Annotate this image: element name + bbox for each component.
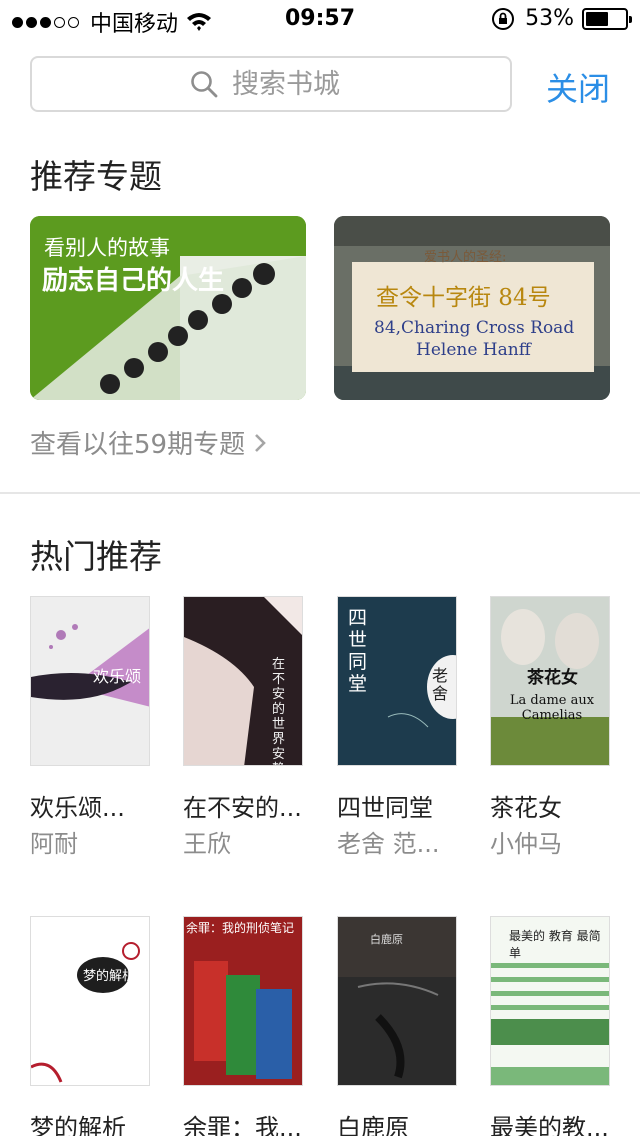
book-cover: 茶花女 La dame aux Camelias (490, 596, 610, 766)
topic-card-line1: 看别人的故事 (44, 236, 170, 260)
search-row: 关闭 (30, 56, 610, 112)
section-divider (0, 492, 640, 494)
book-item[interactable]: 欢乐颂 欢乐颂... 阿耐 (30, 596, 150, 858)
topic-card-line2: 励志自己的人生 (42, 266, 225, 296)
book-cover: 四世同堂 老舍 (337, 596, 457, 766)
book-title: 欢乐颂... (30, 794, 125, 822)
topic-card-charing-cross[interactable]: 爱书人的圣经: 查令十字街 84号 84,Charing Cross Road … (334, 216, 610, 400)
search-icon (191, 71, 218, 98)
book-author: 小仲马 (490, 830, 562, 858)
book-title: 最美的教... (490, 1114, 609, 1136)
history-topics-label: 查看以往59期专题 (30, 430, 246, 460)
book-title: 梦的解析 (30, 1114, 126, 1136)
book-item[interactable]: 余罪：我的刑侦笔记 余罪：我... (183, 916, 303, 1136)
chevron-right-icon (255, 433, 266, 452)
book-cover: 梦的解析 (30, 916, 150, 1086)
book-title: 四世同堂 (337, 794, 433, 822)
book-author: 老舍 范... (337, 830, 440, 858)
section-title-hot: 热门推荐 (30, 537, 162, 576)
battery-percent: 53% (525, 6, 574, 31)
topic-card-en-title: 84,Charing Cross Road (374, 318, 575, 338)
section-title-topics: 推荐专题 (30, 157, 162, 196)
topic-card-inspiration[interactable]: 看别人的故事 励志自己的人生 (30, 216, 306, 400)
rotation-lock-icon (492, 7, 515, 30)
book-title: 白鹿原 (337, 1114, 409, 1136)
book-cover: 白鹿原 (337, 916, 457, 1086)
book-title: 在不安的... (183, 794, 302, 822)
close-button[interactable]: 关闭 (546, 64, 610, 110)
book-title: 余罪：我... (183, 1114, 302, 1136)
book-item[interactable]: 四世同堂 老舍 四世同堂 老舍 范... (337, 596, 457, 858)
book-author: 王欣 (183, 830, 231, 858)
topic-card-cn-title: 查令十字街 84号 (376, 285, 551, 311)
book-item[interactable]: 最美的 教育 最简单 最美的教... (490, 916, 610, 1136)
history-topics-link[interactable]: 查看以往59期专题 (30, 424, 267, 461)
book-cover: 在不安的世界安静的活 (183, 596, 303, 766)
battery-icon (582, 7, 632, 30)
book-cover: 最美的 教育 最简单 (490, 916, 610, 1086)
topic-card-en-author: Helene Hanff (416, 340, 531, 360)
book-item[interactable]: 茶花女 La dame aux Camelias 茶花女 小仲马 (490, 596, 610, 858)
book-cover: 余罪：我的刑侦笔记 (183, 916, 303, 1086)
book-item[interactable]: 白鹿原 白鹿原 (337, 916, 457, 1136)
book-item[interactable]: 梦的解析 梦的解析 (30, 916, 150, 1136)
book-title: 茶花女 (490, 794, 562, 822)
book-cover: 欢乐颂 (30, 596, 150, 766)
book-author: 阿耐 (30, 830, 78, 858)
topic-card-heading: 爱书人的圣经: (424, 250, 507, 265)
book-item[interactable]: 在不安的世界安静的活 在不安的... 王欣 (183, 596, 303, 858)
search-box[interactable] (30, 56, 512, 112)
search-input[interactable] (232, 68, 352, 100)
status-bar: 中国移动 09:57 53% (0, 0, 640, 40)
